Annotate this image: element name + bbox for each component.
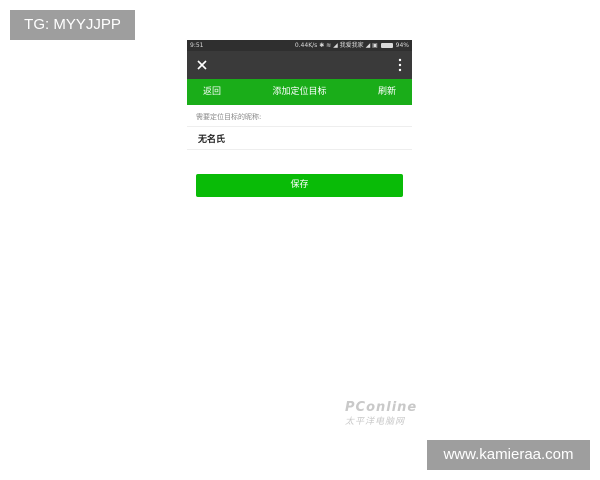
status-indicators: 0.44K/s ✱ ≋ ◢ 我爱我家 ◢ ▣ 94%: [295, 40, 409, 51]
nickname-row: [187, 126, 412, 150]
nav-bar: 添加定位目标 返回 刷新: [187, 79, 412, 105]
battery-icon: [380, 43, 393, 48]
signal-icon-2: ◢: [365, 42, 371, 49]
signal-icon: ◢: [333, 42, 338, 49]
title-bar: [187, 51, 412, 79]
watermark: PConline 太平洋电脑网: [345, 400, 418, 438]
more-vertical-icon[interactable]: [398, 58, 402, 72]
status-time: 9:51: [190, 42, 204, 49]
back-button[interactable]: 返回: [203, 79, 221, 105]
tg-overlay-label: TG: MYYJJPP: [10, 10, 135, 40]
carrier-name: 我爱我家: [339, 42, 364, 49]
network-speed: 0.44K/s: [294, 42, 318, 49]
hd-icon: ▣: [372, 42, 378, 49]
site-overlay-label: www.kamieraa.com: [427, 440, 590, 470]
close-icon[interactable]: [195, 57, 209, 73]
save-button[interactable]: 保存: [196, 174, 403, 197]
refresh-button[interactable]: 刷新: [378, 79, 396, 105]
watermark-subtext: 太平洋电脑网: [345, 417, 406, 427]
status-bar: 9:51 0.44K/s ✱ ≋ ◢ 我爱我家 ◢ ▣ 94%: [187, 40, 412, 51]
battery-level: 94%: [395, 42, 409, 49]
phone-screen: 9:51 0.44K/s ✱ ≋ ◢ 我爱我家 ◢ ▣ 94% 添加定位目标 返…: [187, 40, 412, 210]
bluetooth-icon: ✱: [319, 42, 325, 49]
nickname-input[interactable]: [187, 127, 398, 150]
wifi-icon: ≋: [326, 42, 332, 49]
watermark-logo-text: PConline: [345, 400, 418, 415]
nickname-label: 需要定位目标的昵称:: [196, 113, 262, 121]
